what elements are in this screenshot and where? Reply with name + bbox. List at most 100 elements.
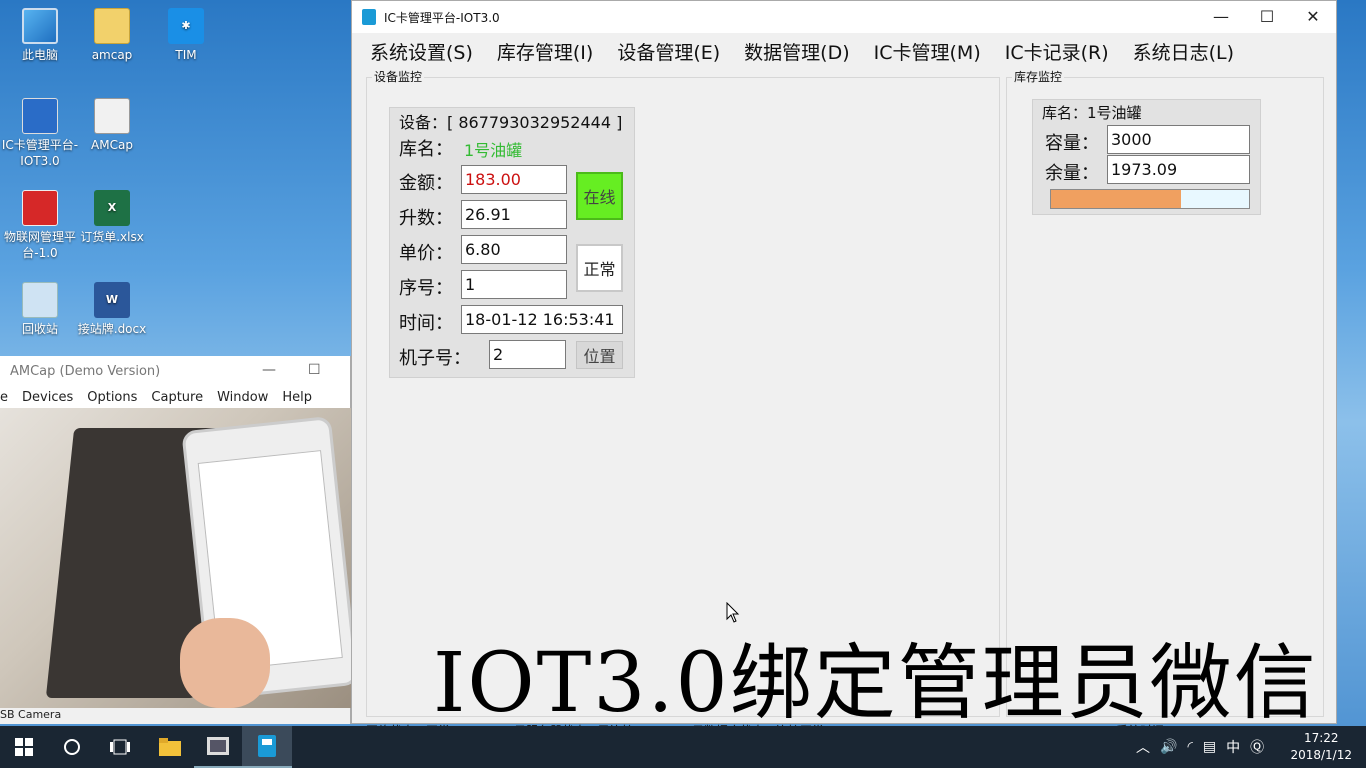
desktop-icon-sign-docx[interactable]: W 接站牌.docx	[72, 282, 152, 337]
task-view-button[interactable]	[96, 726, 144, 768]
cortana-circle-icon	[64, 739, 80, 755]
desktop-icon-order-xlsx[interactable]: X 订货单.xlsx	[72, 190, 152, 245]
desktop-icon-label: TIM	[175, 48, 197, 62]
stock-level-bar	[1050, 189, 1250, 209]
remain-field[interactable]: 1973.09	[1107, 155, 1250, 184]
menu-ic-card[interactable]: IC卡管理(M)	[874, 38, 981, 65]
word-file-icon: W	[94, 282, 130, 318]
stock-monitor-label: 库存监控	[1012, 68, 1065, 85]
taskbar-clock[interactable]: 17:22 2018/1/12	[1290, 730, 1352, 764]
amcap-menu-devices[interactable]: Devices	[22, 390, 73, 405]
tray-chevron-up-icon[interactable]: ︿	[1136, 737, 1150, 757]
start-button[interactable]	[0, 726, 48, 768]
normal-status-button[interactable]: 正常	[576, 244, 623, 292]
amcap-title: AMCap (Demo Version)	[10, 363, 161, 379]
amcap-menu-options[interactable]: Options	[87, 390, 137, 405]
capacity-field[interactable]: 3000	[1107, 125, 1250, 154]
clock-date: 2018/1/12	[1290, 748, 1352, 762]
desktop-icon-iot-platform[interactable]: 物联网管理平台-1.0	[0, 190, 80, 261]
amcap-titlebar[interactable]: AMCap (Demo Version) — ☐	[0, 356, 350, 386]
search-button[interactable]	[48, 726, 96, 768]
seq-field[interactable]: 1	[461, 270, 567, 299]
liters-field[interactable]: 26.91	[461, 200, 567, 229]
amcap-statusbar: SB Camera	[0, 708, 350, 724]
liters-label: 升数：	[399, 208, 453, 229]
recycle-bin-icon	[22, 282, 58, 318]
computer-icon	[22, 8, 58, 44]
amcap-menu-help[interactable]: Help	[282, 390, 312, 405]
stock-level-fill	[1051, 190, 1182, 208]
task-view-icon	[110, 739, 130, 755]
machine-label: 机子号：	[399, 348, 471, 369]
notification-icon[interactable]: ▤	[1203, 739, 1216, 755]
ime-indicator[interactable]: 中	[1226, 737, 1240, 757]
desktop-icon-label: 接站牌.docx	[77, 322, 147, 336]
windows-logo-icon	[15, 738, 33, 756]
tim-star-icon: ✱	[168, 8, 204, 44]
minimize-icon[interactable]: —	[1198, 1, 1244, 31]
mouse-cursor-icon	[726, 602, 740, 623]
maximize-icon[interactable]: ☐	[308, 362, 321, 378]
time-label: 时间：	[399, 313, 453, 334]
machine-field[interactable]: 2	[489, 340, 566, 369]
clock-time: 17:22	[1303, 731, 1339, 745]
remain-label: 余量：	[1045, 163, 1099, 184]
desktop-icon-label: AMCap	[91, 138, 133, 152]
taskbar-ic-platform[interactable]	[242, 726, 292, 768]
amcap-menu-capture[interactable]: Capture	[151, 390, 203, 405]
tank-value: 1号油罐	[464, 141, 523, 160]
stock-tank-name: 库名：1号油罐	[1042, 104, 1142, 122]
desktop-icon-tim[interactable]: ✱ TIM	[146, 8, 226, 63]
time-field[interactable]: 18-01-12 16:53:41	[461, 305, 623, 334]
file-explorer-icon	[159, 738, 181, 756]
video-caption: IOT3.0绑定管理员微信	[433, 636, 1318, 731]
capacity-label: 容量：	[1045, 133, 1099, 154]
menu-data[interactable]: 数据管理(D)	[744, 38, 849, 65]
amcap-menu-file[interactable]: e	[0, 390, 8, 405]
speaker-icon[interactable]: 🔊	[1160, 739, 1177, 755]
window-title: IC卡管理平台-IOT3.0	[384, 10, 500, 25]
taskbar-amcap[interactable]	[194, 726, 242, 768]
folder-icon	[94, 8, 130, 44]
desktop-icon-label: amcap	[91, 48, 133, 62]
desktop-icon-ic-platform[interactable]: IC卡管理平台-IOT3.0	[0, 98, 80, 169]
desktop-icon-label: 订货单.xlsx	[80, 230, 144, 244]
minimize-icon[interactable]: —	[262, 362, 276, 378]
amcap-app-icon	[94, 98, 130, 134]
position-button[interactable]: 位置	[576, 341, 623, 369]
wifi-icon[interactable]: ◜	[1187, 739, 1192, 755]
desktop-icon-amcap-folder[interactable]: amcap	[72, 8, 152, 63]
desktop-icon-label: 回收站	[21, 322, 58, 336]
ic-platform-taskbar-icon	[258, 735, 276, 757]
amount-field[interactable]: 183.00	[461, 165, 567, 194]
device-monitor-label: 设备监控	[372, 68, 425, 85]
menu-system-log[interactable]: 系统日志(L)	[1133, 38, 1234, 65]
online-status-button[interactable]: 在线	[576, 172, 623, 220]
excel-file-icon: X	[94, 190, 130, 226]
main-titlebar[interactable]: IC卡管理平台-IOT3.0 — ☐ ✕	[352, 1, 1336, 33]
amcap-menu-window[interactable]: Window	[217, 390, 268, 405]
price-field[interactable]: 6.80	[461, 235, 567, 264]
desktop-icon-this-pc[interactable]: 此电脑	[0, 8, 80, 63]
menu-inventory[interactable]: 库存管理(I)	[497, 38, 593, 65]
menu-ic-records[interactable]: IC卡记录(R)	[1005, 38, 1109, 65]
taskbar-explorer[interactable]	[146, 726, 194, 768]
amcap-taskbar-icon	[207, 737, 229, 755]
hand-image	[180, 618, 270, 708]
menu-system-settings[interactable]: 系统设置(S)	[370, 38, 473, 65]
menu-device[interactable]: 设备管理(E)	[617, 38, 720, 65]
qq-tray-icon[interactable]: Ⓠ	[1250, 737, 1264, 757]
seq-label: 序号：	[399, 278, 453, 299]
close-icon[interactable]: ✕	[1290, 1, 1336, 31]
desktop-icon-recycle-bin[interactable]: 回收站	[0, 282, 80, 337]
amount-label: 金额：	[399, 173, 453, 194]
maximize-icon[interactable]: ☐	[1244, 1, 1290, 31]
device-header: 设备：[ 867793032952444 ]	[399, 113, 623, 132]
camera-preview	[0, 408, 351, 708]
device-panel: 设备：[ 867793032952444 ] 库名： 1号油罐 金额： 183.…	[389, 107, 635, 378]
desktop-icon-amcap-app[interactable]: AMCap	[72, 98, 152, 153]
app-icon	[362, 9, 376, 25]
desktop-icon-label: 此电脑	[21, 48, 58, 62]
taskbar: ︿ 🔊 ◜ ▤ 中 Ⓠ 17:22 2018/1/12	[0, 726, 1366, 768]
price-label: 单价：	[399, 243, 453, 264]
